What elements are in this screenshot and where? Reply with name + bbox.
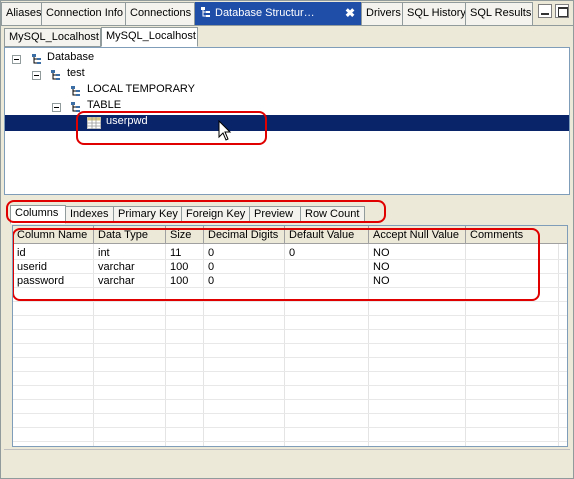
tab-drivers-label: Drivers	[366, 7, 401, 19]
highlight-annotation	[76, 111, 267, 145]
tab-connections[interactable]: Connections	[125, 2, 195, 25]
collapse-icon[interactable]	[32, 71, 41, 80]
view-tab-bar: Aliases Connection Info Connections Data…	[0, 0, 574, 26]
tab-sql-results[interactable]: SQL Results	[465, 2, 533, 25]
detail-tab-bar: Columns Indexes Primary Key Foreign Key …	[4, 200, 570, 224]
schema-tree-icon	[51, 70, 60, 80]
tab-connection-info[interactable]: Connection Info	[41, 2, 126, 25]
tab-session-1-label: MySQL_Localhost	[9, 31, 99, 43]
database-tree: Database test LOCAL TEMPORARY TABLE user…	[4, 47, 570, 195]
columns-table: Column Name Data Type Size Decimal Digit…	[12, 225, 568, 447]
database-tree-icon	[32, 54, 41, 64]
highlight-annotation	[13, 228, 540, 301]
tab-aliases-label: Aliases	[6, 7, 42, 19]
grid-line	[13, 413, 567, 414]
grid-line	[13, 343, 567, 344]
close-icon[interactable]: ✖	[345, 3, 355, 24]
tab-session-1[interactable]: MySQL_Localhost	[4, 28, 101, 47]
tree-node-test[interactable]: test	[67, 67, 85, 79]
tab-aliases[interactable]: Aliases	[1, 2, 42, 25]
highlight-annotation	[6, 200, 386, 223]
tree-node-table[interactable]: TABLE	[87, 99, 121, 111]
tab-connection-info-label: Connection Info	[46, 7, 124, 19]
grid-line	[13, 315, 567, 316]
tab-sql-history[interactable]: SQL History	[402, 2, 466, 25]
tab-database-structure[interactable]: Database Structur… ✖	[195, 2, 361, 25]
folder-tree-icon	[71, 86, 80, 96]
grid-line	[13, 371, 567, 372]
collapse-icon[interactable]	[52, 103, 61, 112]
tab-sql-results-label: SQL Results	[470, 7, 532, 19]
status-bar	[4, 449, 570, 473]
tree-node-local-temporary[interactable]: LOCAL TEMPORARY	[87, 83, 195, 95]
maximize-icon[interactable]	[555, 4, 569, 18]
tab-database-structure-label: Database Structur…	[215, 7, 315, 19]
grid-line	[13, 441, 567, 442]
session-tab-bar: MySQL_Localhost MySQL_Localhost	[0, 27, 574, 47]
database-structure-icon	[201, 7, 210, 17]
tab-connections-label: Connections	[130, 7, 192, 19]
tab-session-2[interactable]: MySQL_Localhost	[101, 27, 198, 47]
tab-drivers[interactable]: Drivers	[361, 2, 403, 25]
grid-line	[13, 329, 567, 330]
tree-node-database[interactable]: Database	[47, 51, 94, 63]
grid-line	[13, 301, 567, 302]
grid-line	[13, 427, 567, 428]
mouse-cursor-icon	[218, 120, 232, 141]
tab-sql-history-label: SQL History	[407, 7, 466, 19]
minimize-icon[interactable]	[538, 4, 552, 18]
grid-line	[13, 385, 567, 386]
tab-session-2-label: MySQL_Localhost	[106, 30, 196, 42]
grid-line	[13, 357, 567, 358]
collapse-icon[interactable]	[12, 55, 21, 64]
grid-line	[13, 399, 567, 400]
